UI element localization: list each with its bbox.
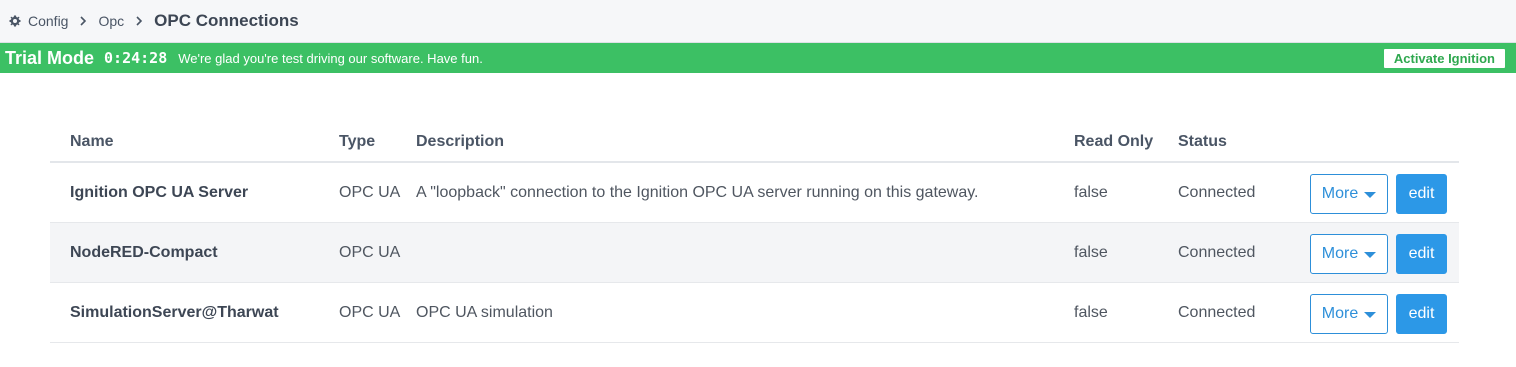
connection-description: A "loopback" connection to the Ignition …	[416, 183, 979, 201]
connection-status: Connected	[1178, 243, 1256, 261]
column-header-description[interactable]: Description	[416, 133, 504, 151]
connection-name: NodeRED-Compact	[70, 243, 218, 261]
connection-status: Connected	[1178, 303, 1256, 321]
edit-button[interactable]: edit	[1396, 294, 1447, 334]
trial-timer: 0:24:28	[104, 49, 168, 67]
connection-name: Ignition OPC UA Server	[70, 183, 249, 201]
more-label: More	[1321, 245, 1359, 262]
table-row: SimulationServer@Tharwat OPC UA OPC UA s…	[50, 283, 1459, 343]
column-header-read-only[interactable]: Read Only	[1074, 133, 1153, 151]
table-row: NodeRED-Compact OPC UA false Connected M…	[50, 223, 1459, 283]
connection-type: OPC UA	[339, 183, 401, 201]
caret-down-icon	[1364, 192, 1377, 198]
trial-message: We're glad you're test driving our softw…	[178, 50, 483, 66]
column-header-name[interactable]: Name	[70, 133, 114, 151]
connection-status: Connected	[1178, 183, 1256, 201]
trial-banner: Trial Mode 0:24:28 We're glad you're tes…	[0, 43, 1516, 73]
table-row: Ignition OPC UA Server OPC UA A "loopbac…	[50, 163, 1459, 223]
connection-name: SimulationServer@Tharwat	[70, 303, 279, 321]
caret-down-icon	[1364, 312, 1377, 318]
chevron-right-icon	[135, 15, 143, 27]
trial-title: Trial Mode	[5, 47, 95, 68]
edit-button[interactable]: edit	[1396, 174, 1447, 214]
connection-read-only: false	[1074, 243, 1108, 261]
connection-read-only: false	[1074, 183, 1108, 201]
activate-ignition-button[interactable]: Activate Ignition	[1383, 49, 1505, 68]
edit-button[interactable]: edit	[1396, 234, 1447, 274]
column-header-type[interactable]: Type	[339, 133, 375, 151]
more-label: More	[1321, 305, 1359, 322]
breadcrumb-config[interactable]: Config	[28, 13, 68, 29]
more-dropdown-button[interactable]: More	[1310, 234, 1388, 274]
connection-type: OPC UA	[339, 303, 401, 321]
caret-down-icon	[1364, 252, 1377, 258]
table-header: Name Type Description Read Only Status	[50, 122, 1459, 163]
connection-description: OPC UA simulation	[416, 303, 553, 321]
column-header-status[interactable]: Status	[1178, 133, 1227, 151]
more-label: More	[1321, 185, 1359, 202]
breadcrumb-opc[interactable]: Opc	[98, 13, 124, 29]
more-dropdown-button[interactable]: More	[1310, 174, 1388, 214]
chevron-right-icon	[79, 15, 87, 27]
connection-read-only: false	[1074, 303, 1108, 321]
breadcrumb: Config Opc OPC Connections	[0, 0, 1516, 43]
connection-type: OPC UA	[339, 243, 401, 261]
more-dropdown-button[interactable]: More	[1310, 294, 1388, 334]
gear-icon	[9, 15, 21, 27]
page-title: OPC Connections	[154, 11, 299, 30]
connections-table: Name Type Description Read Only Status I…	[50, 122, 1459, 343]
